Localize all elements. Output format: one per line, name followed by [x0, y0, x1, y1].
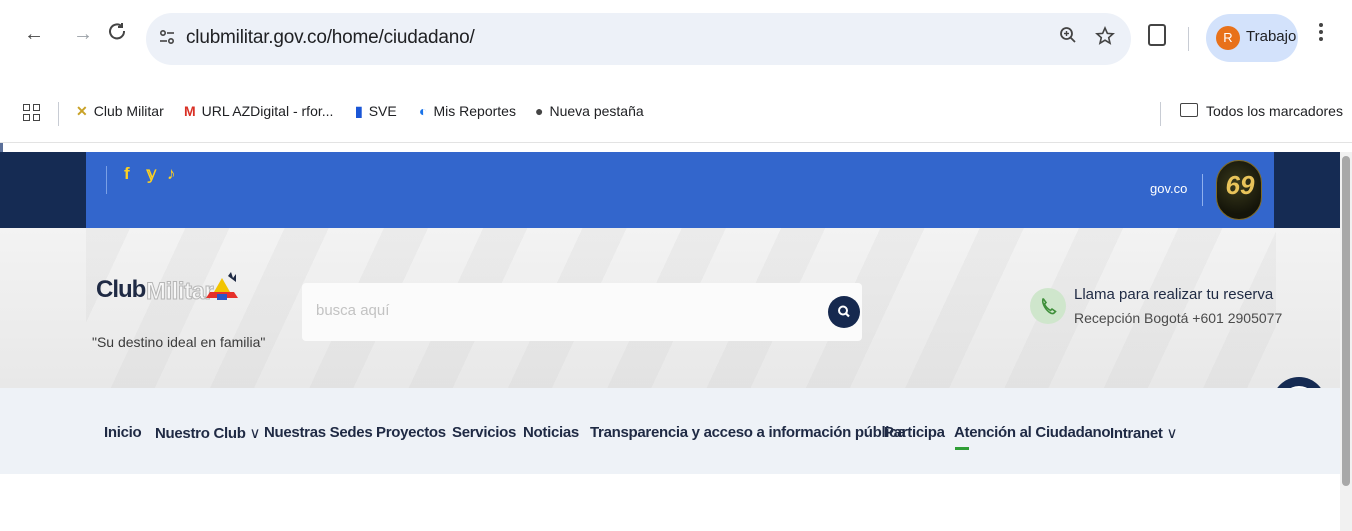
star-icon[interactable]: [1095, 26, 1115, 52]
active-indicator: [955, 447, 969, 450]
gov-bar: f 𝕪 ♪ gov.co 69: [0, 152, 1340, 228]
bookmarks-divider: [58, 102, 59, 126]
call-title: Llama para realizar tu reserva: [1074, 286, 1274, 303]
profile-name: Trabajo: [1246, 28, 1297, 45]
menu-noticias[interactable]: Noticias: [523, 424, 579, 441]
menu-nuestro-club[interactable]: Nuestro Club ∨: [155, 424, 260, 442]
search-icon: [838, 305, 850, 318]
chrome-icon: ●: [535, 103, 544, 119]
reports-icon: ◐: [419, 103, 428, 119]
site-info-icon[interactable]: [158, 28, 176, 51]
url-text[interactable]: clubmilitar.gov.co/home/ciudadano/: [186, 27, 475, 49]
call-phone[interactable]: Recepción Bogotá +601 2905077: [1074, 310, 1282, 326]
govco-logo[interactable]: gov.co: [1150, 181, 1187, 196]
profile-button[interactable]: R Trabajo: [1206, 14, 1298, 62]
toolbar-divider: [1188, 27, 1189, 51]
main-menu: Inicio Nuestro Club ∨ Nuestras Sedes Pro…: [0, 388, 1340, 474]
bookmark-sve[interactable]: ▮ SVE: [355, 103, 397, 120]
browser-toolbar: ← → clubmilitar.gov.co/home/ciudadano/ R…: [0, 0, 1352, 88]
chevron-down-icon: ∨: [249, 425, 261, 442]
address-bar[interactable]: clubmilitar.gov.co/home/ciudadano/: [146, 13, 1131, 65]
tagline: "Su destino ideal en familia": [92, 334, 266, 350]
gmail-icon: M: [184, 103, 196, 119]
menu-proyectos[interactable]: Proyectos: [376, 424, 446, 441]
logo-club-text[interactable]: Club: [96, 276, 146, 304]
menu-intranet[interactable]: Intranet ∨: [1110, 424, 1177, 442]
tiktok-icon[interactable]: ♪: [167, 164, 176, 184]
bookmark-club-militar[interactable]: ✕ Club Militar: [76, 103, 164, 120]
chevron-down-icon: ∨: [1166, 425, 1178, 442]
reload-icon[interactable]: [108, 22, 126, 46]
bookmark-url-azdigital[interactable]: M URL AZDigital - rfor...: [184, 103, 333, 119]
phone-icon: [1030, 288, 1066, 324]
avatar: R: [1216, 26, 1240, 50]
twitter-icon[interactable]: 𝕪: [146, 164, 157, 184]
page-content: f 𝕪 ♪ gov.co 69 Club Militar "Su destino…: [0, 152, 1340, 531]
anniversary-badge: 69: [1216, 160, 1262, 220]
gov-bar-right-margin: [1274, 152, 1340, 228]
all-bookmarks[interactable]: Todos los marcadores: [1180, 103, 1343, 119]
club-emblem-icon: [206, 272, 238, 300]
page-scrollbar[interactable]: [1340, 152, 1352, 531]
menu-transparencia[interactable]: Transparencia y acceso a información púb…: [590, 424, 906, 441]
menu-servicios[interactable]: Servicios: [452, 424, 516, 441]
menu-participa[interactable]: Participa: [884, 424, 945, 441]
bookmarks-divider-right: [1160, 102, 1161, 126]
puzzle-icon[interactable]: [1148, 24, 1166, 46]
site-header: Club Militar "Su destino ideal en famili…: [0, 228, 1340, 431]
gov-bar-left-margin: [0, 152, 86, 228]
facebook-icon[interactable]: f: [124, 164, 130, 184]
zoom-icon[interactable]: [1059, 26, 1077, 50]
forward-icon[interactable]: →: [73, 22, 93, 46]
social-divider: [106, 166, 107, 194]
search-input[interactable]: busca aquí: [316, 302, 389, 319]
apps-grid-icon[interactable]: [23, 104, 41, 122]
menu-nuestras-sedes[interactable]: Nuestras Sedes: [264, 424, 373, 441]
menu-inicio[interactable]: Inicio: [104, 424, 142, 441]
search-box[interactable]: busca aquí: [302, 283, 862, 341]
bookmark-nueva-pestana[interactable]: ● Nueva pestaña: [535, 103, 644, 119]
bookmark-blue-icon: ▮: [355, 103, 363, 119]
kebab-icon[interactable]: [1318, 22, 1324, 48]
search-button[interactable]: [828, 296, 860, 328]
bookmarks-bar: ✕ Club Militar M URL AZDigital - rfor... ▮…: [0, 88, 1352, 143]
badge-number: 69: [1225, 170, 1255, 200]
scrollbar-thumb[interactable]: [1342, 156, 1350, 486]
gov-divider: [1202, 174, 1203, 206]
menu-atencion-ciudadano[interactable]: Atención al Ciudadano: [954, 424, 1111, 441]
club-militar-icon: ✕: [76, 103, 88, 119]
folder-icon: [1180, 103, 1198, 117]
back-icon[interactable]: ←: [24, 22, 44, 46]
bookmark-mis-reportes[interactable]: ◐ Mis Reportes: [419, 103, 516, 119]
